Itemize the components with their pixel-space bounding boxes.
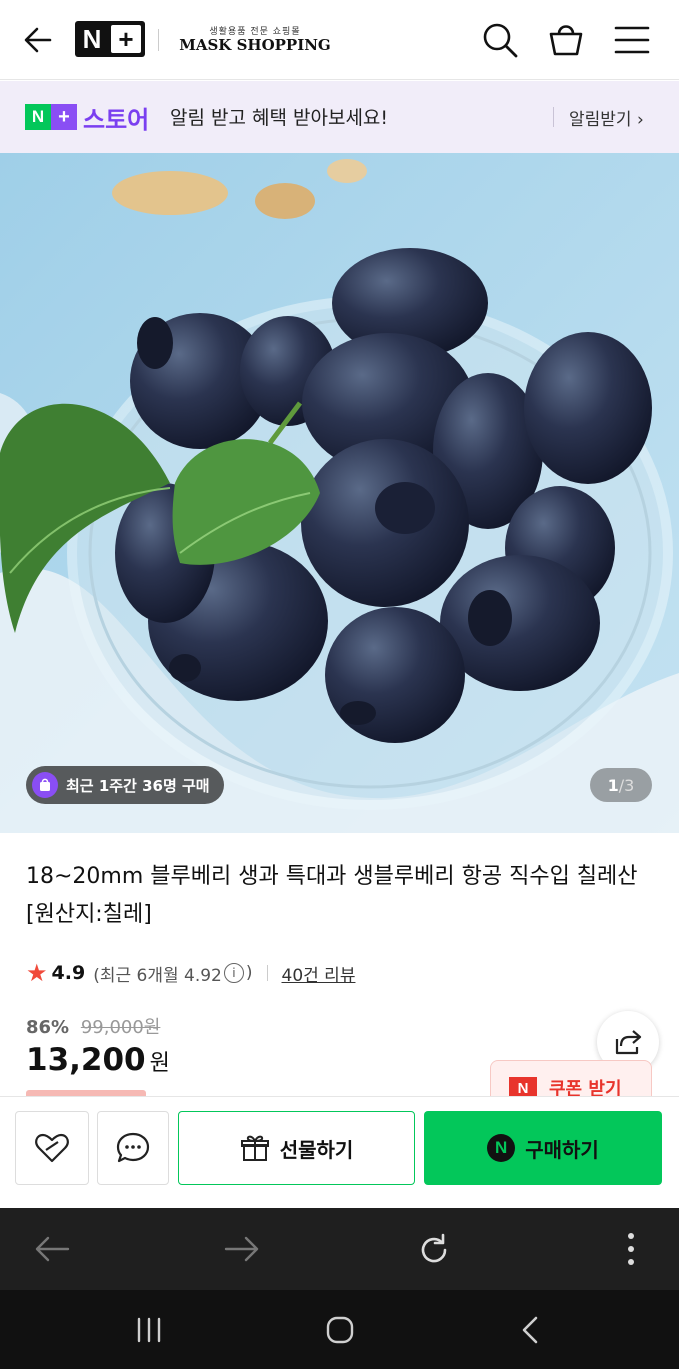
- home-icon[interactable]: [324, 1314, 356, 1346]
- store-banner-divider: [553, 107, 554, 127]
- system-navigation-bar: [0, 1290, 679, 1369]
- purchase-action-bar: 선물하기 N 구매하기: [0, 1096, 679, 1208]
- store-banner-message: 알림 받고 혜택 받아보세요!: [170, 107, 389, 129]
- naver-pay-badge: N: [487, 1134, 516, 1162]
- recent-apps-icon[interactable]: [134, 1316, 164, 1344]
- buy-label: 구매하기: [525, 1137, 599, 1162]
- recent-purchase-text: 최근 1주간 36명 구매: [66, 776, 210, 795]
- coupon-naver-badge: N: [509, 1077, 537, 1096]
- product-image-carousel[interactable]: 최근 1주간 36명 구매 1 /3: [0, 153, 679, 833]
- recent-rating-close: ): [245, 963, 253, 983]
- price-value: 13,200: [26, 1042, 146, 1078]
- app-header: N + 생활용품 전문 쇼핑몰 MASK SHOPPING: [0, 0, 679, 80]
- coupon-button[interactable]: N 쿠폰 받기: [490, 1060, 652, 1096]
- gift-label: 선물하기: [279, 1137, 354, 1162]
- store-notification-banner[interactable]: N + 스토어 알림 받고 혜택 받아보세요! 알림받기 ›: [0, 81, 679, 153]
- rating-row: ★ 4.9 (최근 6개월 4.92 i ) 40건 리뷰: [26, 958, 355, 988]
- browser-navigation-bar: [0, 1208, 679, 1290]
- recent-purchase-badge: 최근 1주간 36명 구매: [26, 766, 224, 804]
- refresh-icon[interactable]: [416, 1232, 452, 1268]
- wishlist-button[interactable]: [15, 1111, 89, 1185]
- gift-box-icon: [240, 1135, 269, 1161]
- image-page-indicator: 1 /3: [590, 768, 652, 802]
- menu-icon: [614, 26, 650, 54]
- store-logo-plus: +: [51, 104, 77, 130]
- image-index: 1: [607, 775, 619, 795]
- browser-back-icon[interactable]: [32, 1232, 72, 1266]
- review-count-link[interactable]: 40건 리뷰: [282, 961, 356, 986]
- discount-row: 86% 99,000원: [26, 1013, 160, 1039]
- talk-button[interactable]: [97, 1111, 169, 1185]
- info-icon[interactable]: i: [223, 963, 244, 983]
- back-arrow-icon: [24, 27, 52, 53]
- store-logo-n: N: [25, 104, 51, 130]
- logo-plus: +: [111, 24, 141, 54]
- back-button[interactable]: [18, 20, 58, 60]
- discount-percent: 86%: [26, 1017, 70, 1038]
- price-unit: 원: [149, 1051, 170, 1076]
- search-button[interactable]: [478, 18, 522, 62]
- sale-price: 13,200 원: [26, 1042, 170, 1078]
- recent-rating: (최근 6개월 4.92: [93, 965, 222, 986]
- system-back-icon[interactable]: [516, 1314, 544, 1346]
- notification-subscribe-link[interactable]: 알림받기 ›: [569, 105, 644, 130]
- coupon-label: 쿠폰 받기: [549, 1079, 622, 1096]
- buy-button[interactable]: N 구매하기: [424, 1111, 662, 1185]
- star-icon: ★: [26, 959, 48, 987]
- original-price: 99,000원: [80, 1017, 161, 1038]
- store-logo-text: 스토어: [83, 105, 150, 134]
- shopping-bag-icon: [549, 25, 583, 56]
- blueberry-product-image: [0, 153, 679, 833]
- image-total: /3: [618, 775, 635, 795]
- logo-n: N: [82, 23, 102, 54]
- cart-button[interactable]: [544, 18, 588, 62]
- naver-plus-store-logo: N + 스토어: [25, 102, 150, 134]
- search-icon: [483, 23, 518, 58]
- rating-score: 4.9: [51, 962, 86, 984]
- gift-button[interactable]: 선물하기: [178, 1111, 415, 1185]
- rating-divider: [266, 965, 268, 981]
- product-title: 18~20mm 블루베리 생과 특대과 생블루베리 항공 직수입 칠레산 [원산…: [26, 864, 638, 927]
- header-divider: [158, 29, 159, 51]
- share-icon: [615, 1030, 642, 1055]
- chat-bubble-icon: [116, 1132, 150, 1163]
- shop-name[interactable]: MASK SHOPPING: [175, 36, 335, 54]
- more-options-icon[interactable]: [620, 1230, 642, 1268]
- naver-plus-logo[interactable]: N +: [75, 21, 145, 57]
- browser-forward-icon[interactable]: [222, 1232, 262, 1266]
- menu-button[interactable]: [610, 18, 654, 62]
- shopping-bag-icon: [32, 772, 58, 798]
- heart-link-icon: [35, 1133, 69, 1163]
